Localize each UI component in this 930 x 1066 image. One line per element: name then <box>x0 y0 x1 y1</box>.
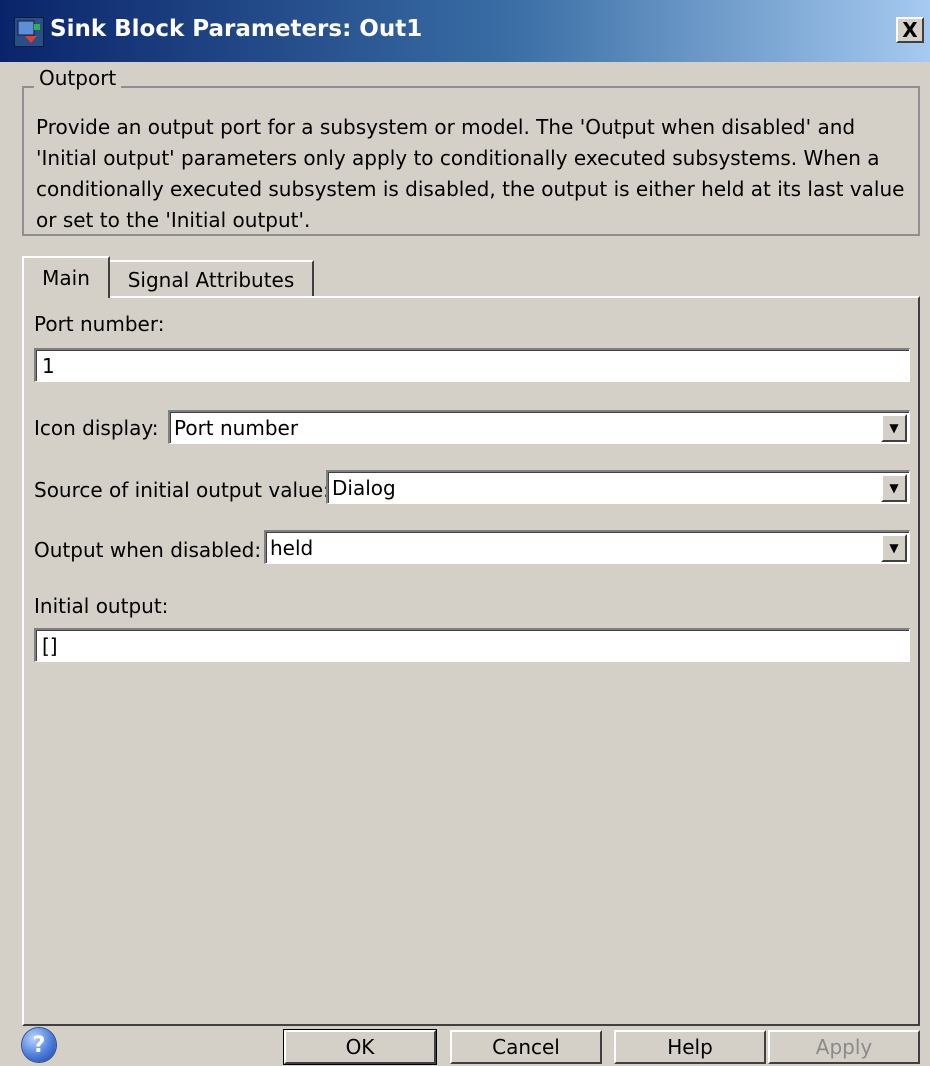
simulink-block-icon <box>14 17 44 47</box>
source-initial-label: Source of initial output value: <box>34 478 330 502</box>
cancel-button-label: Cancel <box>492 1035 560 1059</box>
output-disabled-label: Output when disabled: <box>34 538 262 562</box>
chevron-down-icon[interactable]: ▼ <box>881 534 907 562</box>
chevron-down-icon[interactable]: ▼ <box>881 414 907 442</box>
output-disabled-select[interactable]: held ▼ <box>264 530 910 564</box>
cancel-button[interactable]: Cancel <box>450 1030 602 1064</box>
chevron-down-icon[interactable]: ▼ <box>881 474 907 502</box>
title-bar[interactable]: Sink Block Parameters: Out1 X <box>0 0 930 62</box>
tab-signal-attributes-label: Signal Attributes <box>127 268 295 292</box>
apply-button-label: Apply <box>815 1035 873 1059</box>
initial-output-label: Initial output: <box>34 594 169 618</box>
icon-display-select[interactable]: Port number ▼ <box>168 410 910 444</box>
ok-button-label: OK <box>345 1035 375 1059</box>
block-description: Provide an output port for a subsystem o… <box>36 115 905 232</box>
window-title: Sink Block Parameters: Out1 <box>50 16 423 42</box>
icon-display-label: Icon display: <box>34 416 159 440</box>
icon-display-value: Port number <box>174 416 299 440</box>
ok-button[interactable]: OK <box>283 1029 437 1065</box>
close-icon: X <box>902 18 918 42</box>
port-number-label: Port number: <box>34 312 165 336</box>
output-disabled-value: held <box>270 536 314 560</box>
port-number-input[interactable]: 1 <box>34 348 910 382</box>
group-label: Outport <box>34 66 122 90</box>
help-icon[interactable]: ? <box>22 1028 56 1062</box>
tab-main-label: Main <box>42 266 90 290</box>
apply-button[interactable]: Apply <box>768 1030 920 1064</box>
tab-main[interactable]: Main <box>22 256 110 298</box>
close-button[interactable]: X <box>896 17 924 43</box>
dialog-window: Sink Block Parameters: Out1 X Outport Pr… <box>0 0 930 1066</box>
help-button-label: Help <box>667 1035 713 1059</box>
source-initial-select[interactable]: Dialog ▼ <box>326 470 910 504</box>
source-initial-value: Dialog <box>332 476 396 500</box>
tab-signal-attributes[interactable]: Signal Attributes <box>110 260 314 298</box>
help-button[interactable]: Help <box>614 1030 766 1064</box>
initial-output-input[interactable]: [] <box>34 628 910 662</box>
